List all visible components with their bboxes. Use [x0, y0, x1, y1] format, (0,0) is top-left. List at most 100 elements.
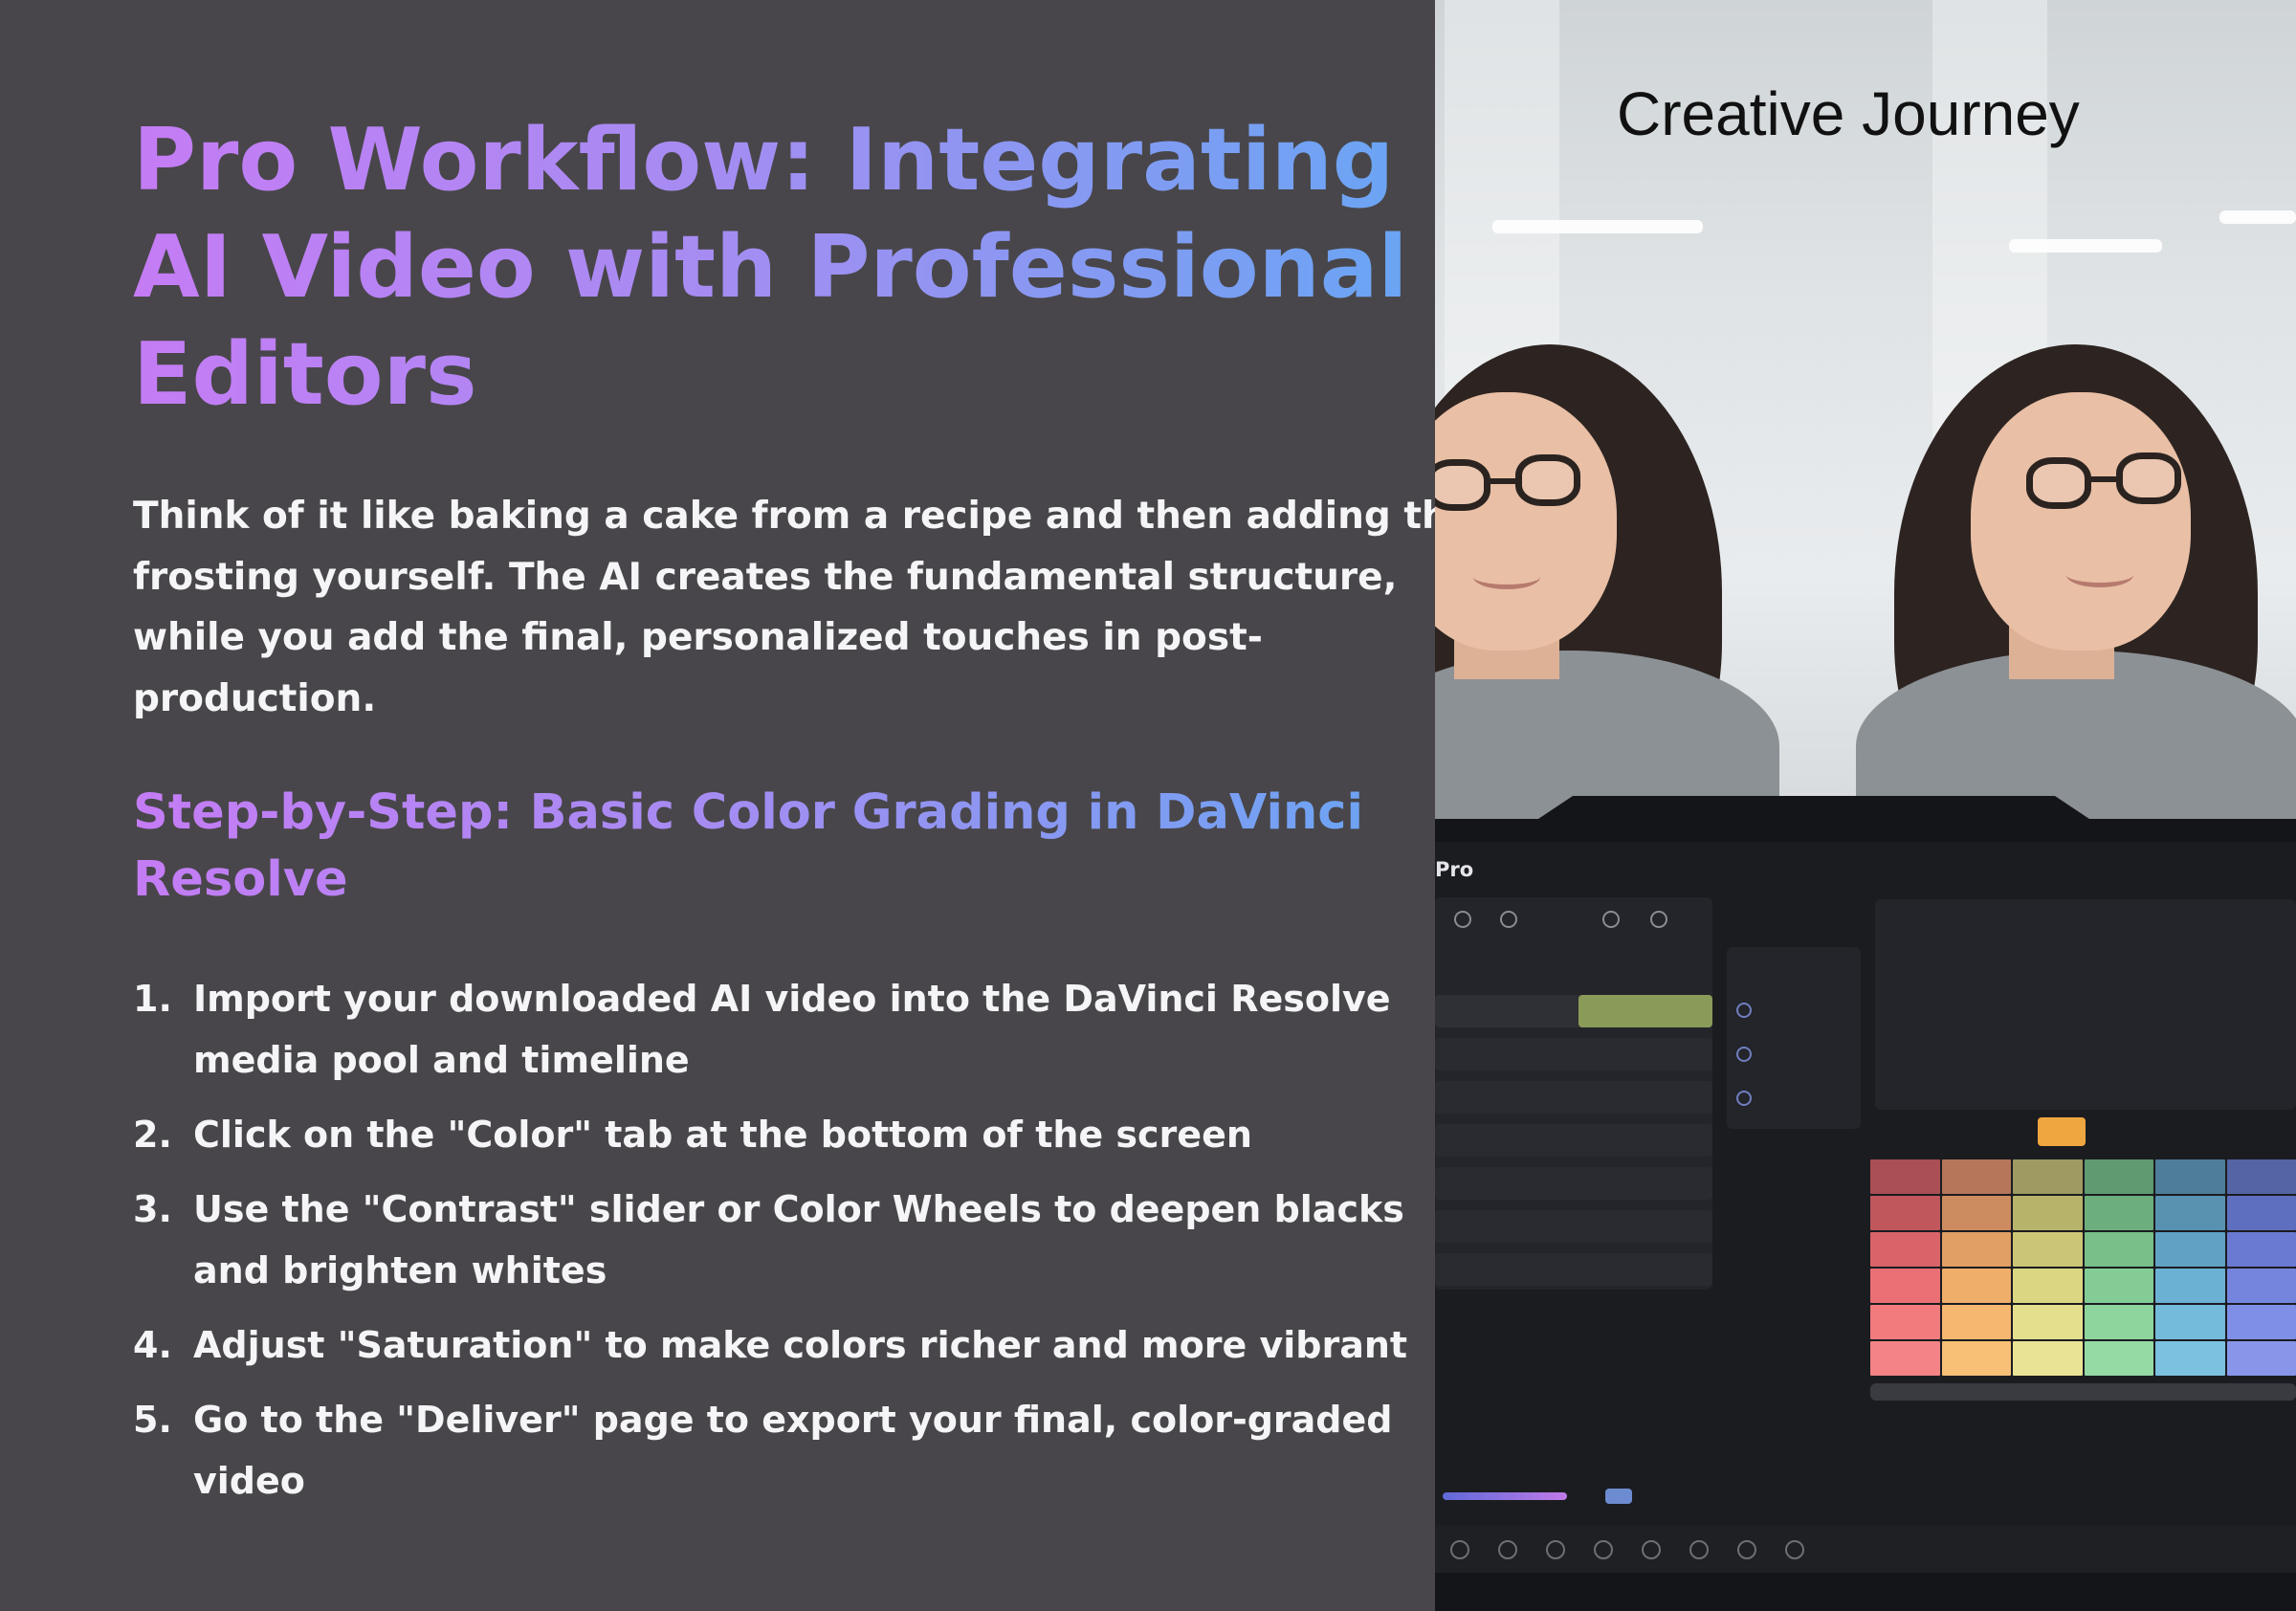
- step-text: media pool and timeline: [193, 1039, 690, 1081]
- page-tab-icon: [1594, 1540, 1613, 1559]
- toolbar-icon: [1602, 911, 1620, 928]
- step-text: Use the "Contrast" slider or Color Wheel…: [193, 1188, 1404, 1230]
- page-tab-icon: [1785, 1540, 1804, 1559]
- intro-line: production.: [133, 676, 377, 720]
- illustration: Creative Journey Pro: [1435, 0, 2296, 1611]
- palette-swatch: [2013, 1159, 2083, 1194]
- palette-swatch: [2084, 1232, 2153, 1267]
- step-number: 5.: [133, 1399, 172, 1441]
- editor-label: Pro: [1435, 858, 1474, 881]
- palette-swatch: [1870, 1159, 1940, 1194]
- glasses-icon: [1515, 454, 1580, 506]
- smile-shape: [2066, 563, 2133, 587]
- editor-row: [1435, 1210, 1712, 1243]
- section-heading-line: Step-by-Step: Basic Color Grading in DaV…: [133, 784, 1364, 841]
- palette-swatch: [2155, 1269, 2225, 1303]
- text-column: Pro Workflow: Integrating AI Video with …: [0, 0, 1474, 1611]
- section-heading-line: Resolve: [133, 851, 348, 908]
- editor-row: [1435, 1253, 1712, 1286]
- palette-swatch: [2226, 1232, 2296, 1267]
- radio-icon: [1736, 1091, 1752, 1106]
- toolbar-icon: [1500, 911, 1517, 928]
- glasses-icon: [2116, 452, 2181, 504]
- page-tab-icon: [1546, 1540, 1565, 1559]
- ceiling-light: [2219, 210, 2296, 224]
- step-text: video: [193, 1460, 305, 1502]
- palette-swatch: [2155, 1341, 2225, 1376]
- intro-paragraph: Think of it like baking a cake from a re…: [133, 486, 1474, 729]
- intro-line: frosting yourself. The AI creates the fu…: [133, 555, 1398, 599]
- step-number: 4.: [133, 1324, 172, 1366]
- palette-swatch: [2084, 1269, 2153, 1303]
- palette-swatch: [2013, 1196, 2083, 1230]
- step-text: Import your downloaded AI video into the…: [193, 978, 1391, 1020]
- page-title: Pro Workflow: Integrating AI Video with …: [133, 107, 1405, 429]
- step-text: Adjust "Saturation" to make colors riche…: [193, 1324, 1408, 1366]
- editor-row-highlight: [1578, 995, 1712, 1027]
- list-item: 3. Use the "Contrast" slider or Color Wh…: [133, 1179, 1404, 1301]
- palette-swatch: [1870, 1232, 1940, 1267]
- face-shape: [1971, 392, 2191, 651]
- palette-swatch: [2013, 1341, 2083, 1376]
- palette-swatch: [2226, 1196, 2296, 1230]
- palette-swatch: [2226, 1305, 2296, 1339]
- palette-swatch: [2013, 1269, 2083, 1303]
- palette-swatch: [1941, 1305, 2011, 1339]
- palette-swatch: [1941, 1341, 2011, 1376]
- glasses-icon: [1435, 459, 1490, 511]
- editor-panel: [1875, 899, 2296, 1110]
- palette-swatch: [1870, 1305, 1940, 1339]
- palette-swatch: [1941, 1269, 2011, 1303]
- editor-footer: [1435, 1573, 2296, 1611]
- list-item: 4. Adjust "Saturation" to make colors ri…: [133, 1314, 1408, 1376]
- step-text: Click on the "Color" tab at the bottom o…: [193, 1114, 1252, 1156]
- palette-swatch: [1870, 1269, 1940, 1303]
- palette-swatch: [1870, 1341, 1940, 1376]
- palette-swatch: [2013, 1305, 2083, 1339]
- title-line: Editors: [133, 324, 477, 425]
- palette-swatch: [2013, 1232, 2083, 1267]
- step-text: and brighten whites: [193, 1249, 607, 1291]
- radio-icon: [1736, 1047, 1752, 1062]
- glasses-icon: [2026, 457, 2091, 509]
- palette-swatch: [2084, 1305, 2153, 1339]
- glasses-bridge: [1490, 478, 1515, 484]
- toolbar-icon: [1454, 911, 1471, 928]
- smile-shape: [1473, 564, 1540, 589]
- palette-swatch: [1941, 1196, 2011, 1230]
- slider-track: [1443, 1492, 1567, 1500]
- radio-icon: [1736, 1003, 1752, 1018]
- palette-swatch: [2155, 1159, 2225, 1194]
- intro-line: while you add the final, personalized to…: [133, 616, 1263, 659]
- office-photo: Creative Journey: [1435, 0, 2296, 842]
- editor-row: [1435, 1038, 1712, 1070]
- palette-swatch: [2155, 1196, 2225, 1230]
- editor-row: [1435, 1081, 1712, 1114]
- step-text: Go to the "Deliver" page to export your …: [193, 1399, 1393, 1441]
- palette-swatch: [2226, 1341, 2296, 1376]
- page-tab-icon: [1737, 1540, 1756, 1559]
- list-item: 2. Click on the "Color" tab at the botto…: [133, 1104, 1396, 1165]
- palette-swatch: [2084, 1159, 2153, 1194]
- list-item: 5. Go to the "Deliver" page to export yo…: [133, 1389, 1396, 1512]
- page-tab-icon: [1450, 1540, 1469, 1559]
- slider-knob: [1605, 1489, 1632, 1504]
- section-heading: Step-by-Step: Basic Color Grading in DaV…: [133, 780, 1405, 914]
- palette-swatch: [2084, 1341, 2153, 1376]
- editor-row: [1435, 1167, 1712, 1200]
- color-palette-grid: [1870, 1159, 2296, 1376]
- timeline-bar: [1870, 1383, 2296, 1401]
- palette-swatch: [2226, 1269, 2296, 1303]
- title-line: Pro Workflow: Integrating: [133, 110, 1395, 210]
- ceiling-light: [1492, 220, 1703, 233]
- step-number: 1.: [133, 978, 172, 1020]
- steps-list: 1. Import your downloaded AI video into …: [133, 968, 1408, 1525]
- palette-swatch: [2226, 1159, 2296, 1194]
- editor-row: [1435, 1124, 1712, 1157]
- palette-swatch: [2084, 1196, 2153, 1230]
- intro-line: Think of it like baking a cake from a re…: [133, 495, 1474, 538]
- page-tab-icon: [1689, 1540, 1709, 1559]
- palette-swatch: [1941, 1232, 2011, 1267]
- step-number: 3.: [133, 1188, 172, 1230]
- step-number: 2.: [133, 1114, 172, 1156]
